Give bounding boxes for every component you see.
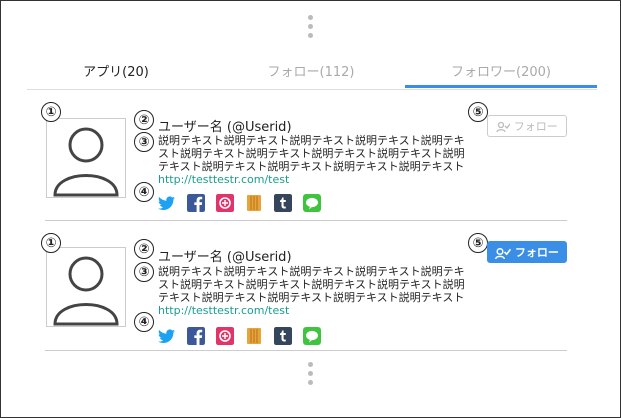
- marker-2: ②: [134, 110, 154, 130]
- twitter-icon[interactable]: [158, 194, 176, 212]
- tab-following[interactable]: フォロー(112): [216, 61, 406, 89]
- follow-button[interactable]: フォロー: [487, 115, 567, 137]
- amazon-icon[interactable]: [245, 327, 263, 345]
- marker-5: ⑤: [468, 233, 488, 253]
- marker-5: ⑤: [468, 102, 488, 122]
- line-icon[interactable]: [303, 194, 321, 212]
- marker-1: ①: [41, 102, 61, 122]
- marker-4: ④: [134, 312, 154, 332]
- user-check-icon: [496, 121, 511, 133]
- user-description: 説明テキスト説明テキスト説明テキスト説明テキスト説明テキスト説明テキスト説明テキ…: [158, 265, 470, 317]
- user-name[interactable]: ユーザー名 (@Userid): [158, 246, 292, 265]
- facebook-icon[interactable]: [187, 194, 205, 212]
- user-avatar-icon: [53, 256, 119, 326]
- scroll-top-indicator: [1, 11, 620, 38]
- tumblr-icon[interactable]: [274, 194, 292, 212]
- dot: [308, 362, 313, 367]
- user-check-icon: [495, 247, 512, 259]
- user-description: 説明テキスト説明テキスト説明テキスト説明テキスト説明テキスト説明テキスト説明テキ…: [158, 134, 470, 186]
- avatar[interactable]: [46, 247, 126, 327]
- card-divider: [45, 220, 567, 221]
- follow-button[interactable]: フォロー: [487, 241, 567, 263]
- active-tab-underline: [405, 85, 597, 88]
- marker-2: ②: [134, 239, 154, 259]
- tab-bar: アプリ(20) フォロー(112) フォロワー(200): [27, 57, 597, 90]
- app-frame: アプリ(20) フォロー(112) フォロワー(200) ① ② ユーザー名 (…: [0, 0, 621, 418]
- app-icon[interactable]: [216, 327, 234, 345]
- tab-apps[interactable]: アプリ(20): [27, 61, 205, 89]
- description-text: 説明テキスト説明テキスト説明テキスト説明テキスト説明テキスト説明テキスト説明テキ…: [158, 134, 465, 173]
- description-text: 説明テキスト説明テキスト説明テキスト説明テキスト説明テキスト説明テキスト説明テキ…: [158, 265, 465, 304]
- amazon-icon[interactable]: [245, 194, 263, 212]
- follow-label: フォロー: [514, 246, 559, 259]
- user-avatar-icon: [53, 127, 119, 197]
- user-name[interactable]: ユーザー名 (@Userid): [158, 116, 292, 135]
- user-link[interactable]: http://testtestr.com/test: [158, 173, 289, 186]
- dot: [308, 371, 313, 376]
- line-icon[interactable]: [303, 327, 321, 345]
- app-icon[interactable]: [216, 194, 234, 212]
- avatar[interactable]: [46, 118, 126, 198]
- marker-1: ①: [41, 233, 61, 253]
- marker-3: ③: [134, 262, 154, 282]
- user-link[interactable]: http://testtestr.com/test: [158, 304, 289, 317]
- marker-4: ④: [134, 182, 154, 202]
- dot: [308, 15, 313, 20]
- follow-label: フォロー: [513, 120, 558, 133]
- twitter-icon[interactable]: [158, 327, 176, 345]
- facebook-icon[interactable]: [187, 327, 205, 345]
- dot: [308, 24, 313, 29]
- scroll-bottom-indicator: [1, 358, 620, 385]
- dot: [308, 380, 313, 385]
- dot: [308, 33, 313, 38]
- marker-3: ③: [134, 132, 154, 152]
- tumblr-icon[interactable]: [274, 327, 292, 345]
- card-divider: [45, 350, 567, 351]
